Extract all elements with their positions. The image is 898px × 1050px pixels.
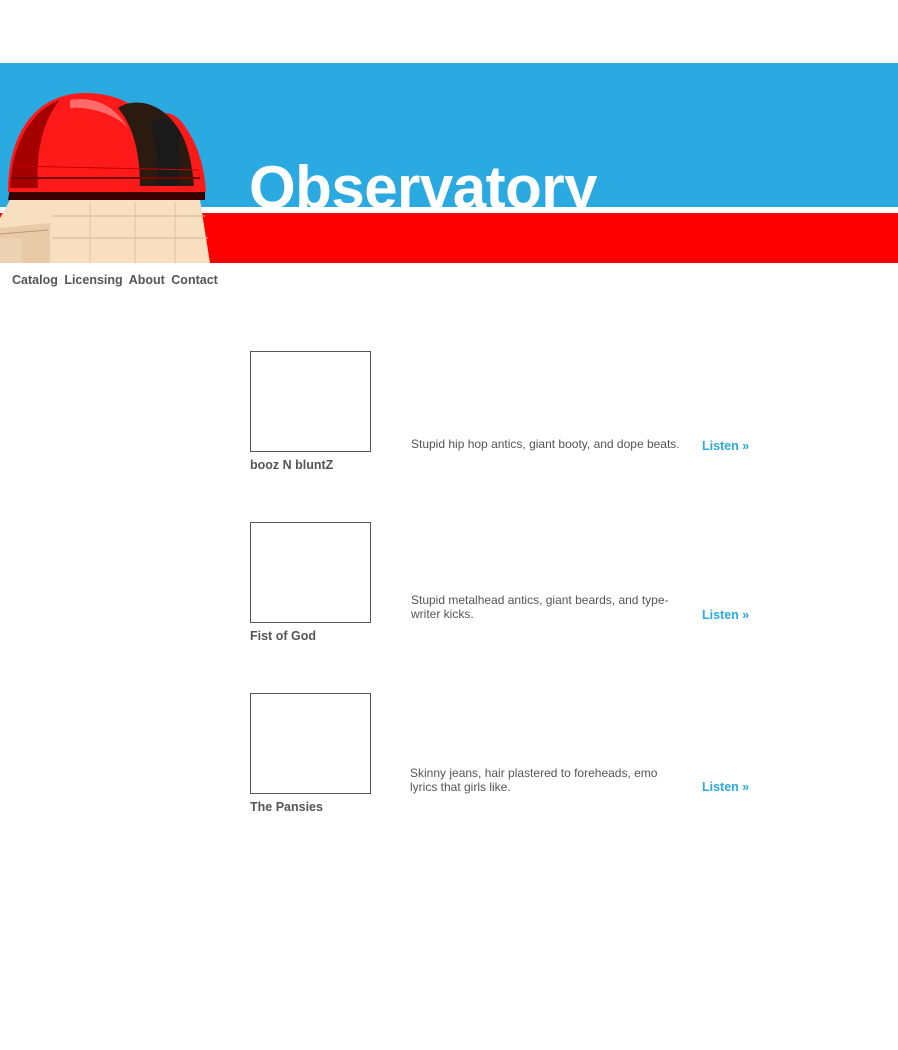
listen-link-the-pansies[interactable]: Listen » <box>702 780 749 794</box>
header-banner: Observatory <box>0 63 898 263</box>
artist-thumbnail-the-pansies[interactable] <box>250 693 371 794</box>
listen-link-booz-n-bluntz[interactable]: Listen » <box>702 439 749 453</box>
artist-description-fist-of-god: Stupid metalhead antics, giant beards, a… <box>411 593 669 621</box>
artist-thumbnail-fist-of-god[interactable] <box>250 522 371 623</box>
nav-item-catalog[interactable]: Catalog <box>12 273 58 287</box>
main-nav: Catalog Licensing About Contact <box>12 273 221 287</box>
listen-link-fist-of-god[interactable]: Listen » <box>702 608 749 622</box>
artist-name-booz-n-bluntz: booz N bluntZ <box>250 458 334 472</box>
artist-name-the-pansies: The Pansies <box>250 800 323 814</box>
artist-name-fist-of-god: Fist of God <box>250 629 316 643</box>
nav-item-contact[interactable]: Contact <box>171 273 218 287</box>
nav-item-licensing[interactable]: Licensing <box>64 273 122 287</box>
artist-description-the-pansies: Skinny jeans, hair plastered to forehead… <box>410 766 658 794</box>
page: Observatory Catalog Licensing About Cont… <box>0 0 898 1050</box>
artist-thumbnail-booz-n-bluntz[interactable] <box>250 351 371 452</box>
observatory-dome-illustration <box>0 93 210 263</box>
artist-description-booz-n-bluntz: Stupid hip hop antics, giant booty, and … <box>411 437 680 451</box>
nav-item-about[interactable]: About <box>129 273 165 287</box>
site-title: Observatory <box>249 154 597 212</box>
